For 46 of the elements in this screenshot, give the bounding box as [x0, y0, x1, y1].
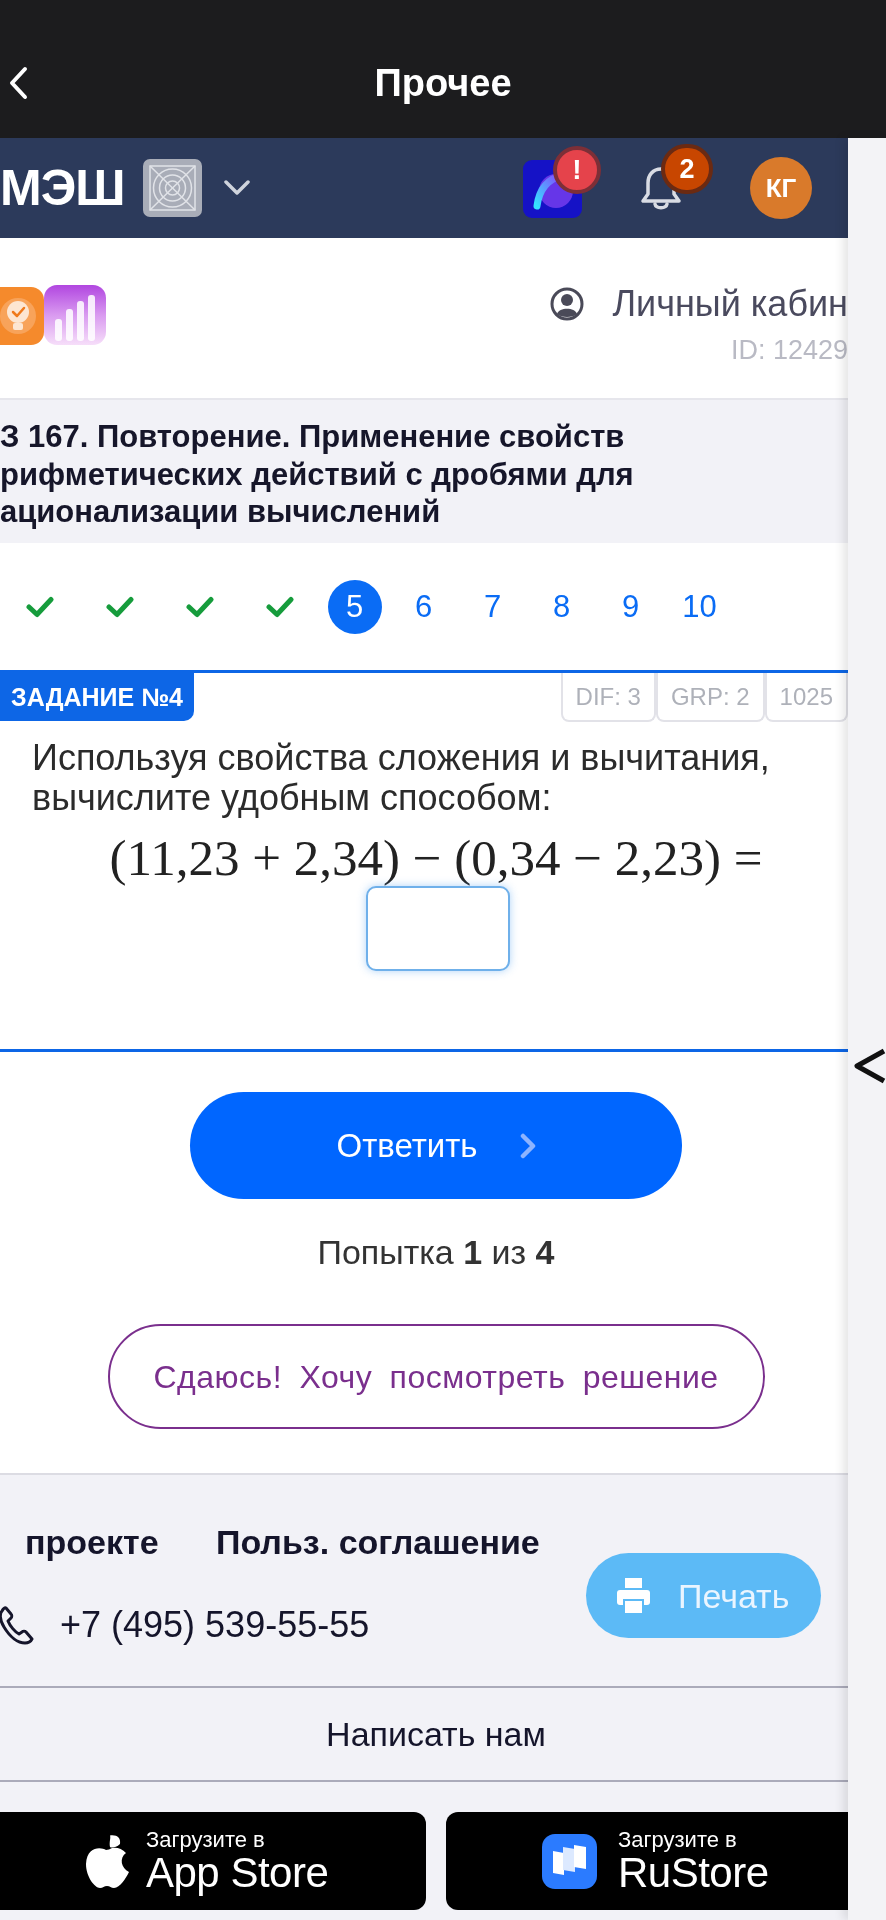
step-button[interactable]: 10: [672, 579, 727, 634]
chevron-right-icon: [519, 1132, 536, 1159]
footer-link[interactable]: проекте: [25, 1523, 159, 1561]
profile-link[interactable]: Личный кабин: [550, 284, 848, 324]
logo-text[interactable]: МЭШ: [0, 161, 125, 215]
placeholder-icon: [143, 159, 203, 217]
apple-icon: [83, 1833, 130, 1889]
user-id: ID: 12429: [730, 335, 848, 365]
step-button[interactable]: 5: [327, 579, 382, 634]
rustore-icon: [542, 1833, 597, 1889]
store-badge[interactable]: Загрузите в App Store: [0, 1812, 426, 1910]
chevron-left-icon[interactable]: [853, 1048, 886, 1084]
task-tag: GRP: 2: [655, 673, 765, 722]
user-circle-icon: [550, 287, 585, 321]
bar-chart-app-icon[interactable]: [44, 285, 106, 345]
store-badge[interactable]: Загрузите в RuStore: [446, 1812, 848, 1910]
question-text: Используя свойства сложения и вычитания, вычислите удобным способом:: [31, 738, 771, 818]
step-button[interactable]: 6: [396, 579, 451, 634]
printer-icon: [617, 1577, 650, 1614]
chevron-down-icon: [224, 180, 251, 196]
contact-button[interactable]: Написать нам: [0, 1686, 848, 1782]
lesson-title: З 167. Повторение. Применение свойств рифметических действий с дробями для ационализации вычислений: [0, 418, 635, 531]
submit-button[interactable]: Ответить: [190, 1092, 682, 1199]
attempt-counter: Попытка 1 из 4: [317, 1232, 555, 1272]
avatar-button[interactable]: КГ: [750, 157, 812, 219]
step-button[interactable]: 8: [534, 579, 589, 634]
check-icon: [106, 595, 134, 618]
step-button[interactable]: 7: [465, 579, 520, 634]
notification-badge: 2: [661, 144, 713, 194]
notifications-button[interactable]: 2: [639, 144, 713, 212]
check-icon: [266, 595, 294, 618]
phone-number[interactable]: +7 (495) 539-55-55: [60, 1605, 370, 1645]
app-button[interactable]: !: [523, 145, 601, 218]
step-button[interactable]: 9: [603, 579, 658, 634]
give-up-button[interactable]: Сдаюсь! Хочу посмотреть решение: [107, 1324, 765, 1429]
task-tag: DIF: 3: [560, 673, 656, 722]
answer-field[interactable]: [366, 886, 510, 971]
footer-link[interactable]: Польз. соглашение: [216, 1523, 540, 1561]
task-number-badge: ЗАДАНИЕ №4: [0, 673, 194, 721]
check-icon: [26, 595, 54, 618]
lightbulb-app-icon[interactable]: [0, 287, 44, 345]
alert-badge: !: [553, 145, 601, 194]
chevron-left-icon: [8, 66, 28, 100]
phone-icon: [0, 1605, 34, 1645]
page-title: Прочее: [374, 61, 512, 105]
check-icon: [186, 595, 214, 618]
